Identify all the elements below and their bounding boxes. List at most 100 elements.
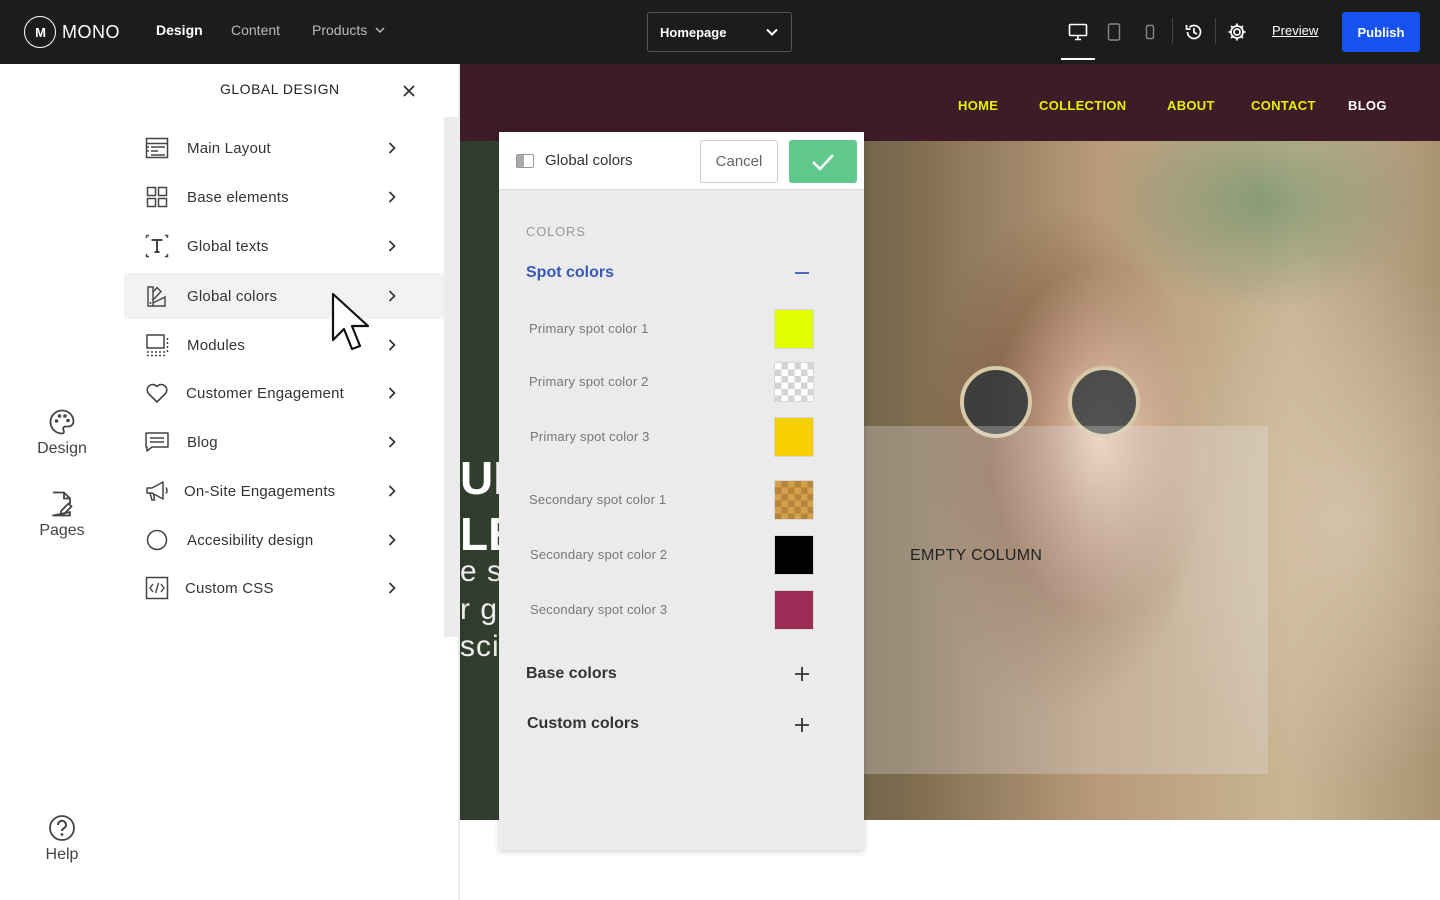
chevron-down-icon [375,27,385,34]
checkmark-icon [812,153,834,171]
menu-item-accesibility-design[interactable]: Accesibility design [124,517,444,563]
empty-column-overlay[interactable] [864,426,1268,774]
menu-item-label: On-Site Engagements [184,482,336,500]
menu-item-global-colors[interactable]: Global colors [124,273,444,319]
color-row-label: Primary spot color 2 [529,374,649,389]
desktop-icon [1068,23,1088,41]
site-nav-about[interactable]: ABOUT [1167,98,1215,113]
collapse-icon[interactable] [795,266,809,280]
mobile-view-button[interactable] [1132,0,1168,64]
panel-scrollbar[interactable] [444,117,460,637]
history-button[interactable] [1180,18,1208,46]
site-header[interactable]: HOME COLLECTION ABOUT CONTACT BLOG [460,64,1440,141]
code-icon [144,575,170,601]
menu-item-on-site-engagements[interactable]: On-Site Engagements [124,468,444,514]
menu-item-global-texts[interactable]: Global texts [124,223,444,269]
color-row-secondary-2[interactable]: Secondary spot color 2 [499,535,864,575]
desktop-view-button[interactable] [1060,0,1096,64]
menu-item-main-layout[interactable]: Main Layout [124,125,444,171]
chevron-right-icon [388,191,396,203]
menu-item-label: Global colors [187,287,278,305]
chevron-right-icon [388,582,396,594]
logo[interactable]: M MONO [24,16,120,48]
menu-item-label: Modules [187,336,246,354]
color-row-primary-2[interactable]: Primary spot color 2 [499,362,864,402]
color-row-primary-1[interactable]: Primary spot color 1 [499,309,864,349]
hero-text-line: e s [460,555,504,588]
color-swatch[interactable] [774,417,814,457]
help-icon [49,815,75,841]
panel-title: GLOBAL DESIGN [220,81,340,97]
logo-mark: M [24,16,56,48]
color-row-label: Primary spot color 3 [530,429,650,444]
history-icon [1185,24,1202,40]
page-edit-icon [52,491,73,517]
rail-pages-label: Pages [39,522,85,539]
rail-help-button[interactable]: Help [0,814,124,864]
menu-item-custom-css[interactable]: Custom CSS [124,565,444,611]
popup-header: Global colors Cancel [499,132,864,190]
color-row-secondary-1[interactable]: Secondary spot color 1 [499,480,864,520]
chat-icon [144,429,170,455]
custom-colors-header[interactable]: Custom colors [527,715,639,733]
site-nav-blog[interactable]: BLOG [1348,98,1387,113]
color-row-primary-3[interactable]: Primary spot color 3 [499,417,864,457]
confirm-button[interactable] [789,140,857,183]
colors-section-label: COLORS [526,224,586,239]
color-row-label: Secondary spot color 1 [529,492,667,507]
menu-item-blog[interactable]: Blog [124,419,444,465]
site-nav-collection[interactable]: COLLECTION [1039,98,1127,113]
spot-colors-header[interactable]: Spot colors [526,264,614,282]
global-design-panel: GLOBAL DESIGN Main Layout Base elements … [124,64,460,900]
tab-products-label: Products [312,22,368,38]
heart-icon [144,380,170,406]
tab-products[interactable]: Products [312,22,385,38]
menu-item-base-elements[interactable]: Base elements [124,174,444,220]
page-select[interactable]: Homepage [647,12,792,52]
color-swatch[interactable] [774,309,814,349]
modules-icon [144,332,170,358]
menu-item-customer-engagement[interactable]: Customer Engagement [124,370,444,416]
expand-plus-icon[interactable] [795,667,809,681]
tab-design[interactable]: Design [156,22,203,38]
menu-item-label: Base elements [187,188,289,206]
site-nav-home[interactable]: HOME [958,98,998,113]
palette-icon [49,409,75,435]
rail-design-button[interactable]: Design [0,408,124,458]
chevron-right-icon [388,387,396,399]
color-swatch[interactable] [774,590,814,630]
color-swatch-icon [144,283,170,309]
cancel-button[interactable]: Cancel [700,140,778,183]
tab-content[interactable]: Content [231,22,280,38]
site-nav-contact[interactable]: CONTACT [1251,98,1316,113]
color-row-secondary-3[interactable]: Secondary spot color 3 [499,590,864,630]
menu-item-modules[interactable]: Modules [124,322,444,368]
popup-title: Global colors [545,152,633,169]
tablet-icon [1107,23,1121,41]
color-swatch-transparent[interactable] [774,362,814,402]
color-row-label: Primary spot color 1 [529,321,649,336]
panel-toggle-icon[interactable] [516,154,534,168]
megaphone-icon [144,478,170,504]
chevron-right-icon [388,240,396,252]
base-colors-header[interactable]: Base colors [526,665,617,683]
rail-design-label: Design [37,440,87,457]
chevron-right-icon [388,485,396,497]
menu-item-label: Blog [187,433,218,451]
publish-button[interactable]: Publish [1342,12,1420,52]
settings-button[interactable] [1223,18,1251,46]
color-swatch[interactable] [774,535,814,575]
menu-item-label: Global texts [187,237,269,255]
rail-pages-button[interactable]: Pages [0,490,124,540]
empty-column-label: EMPTY COLUMN [910,547,1043,564]
close-icon[interactable] [400,82,418,100]
top-bar: M MONO Design Content Products Homepage … [0,0,1440,64]
preview-link[interactable]: Preview [1272,23,1318,38]
tablet-view-button[interactable] [1096,0,1132,64]
global-colors-popup: Global colors Cancel COLORS Spot colors … [499,132,864,850]
left-rail: Design Pages Help [0,64,124,900]
gear-icon [1228,23,1246,41]
color-swatch[interactable] [774,480,814,520]
expand-plus-icon[interactable] [795,718,809,732]
chevron-right-icon [388,339,396,351]
